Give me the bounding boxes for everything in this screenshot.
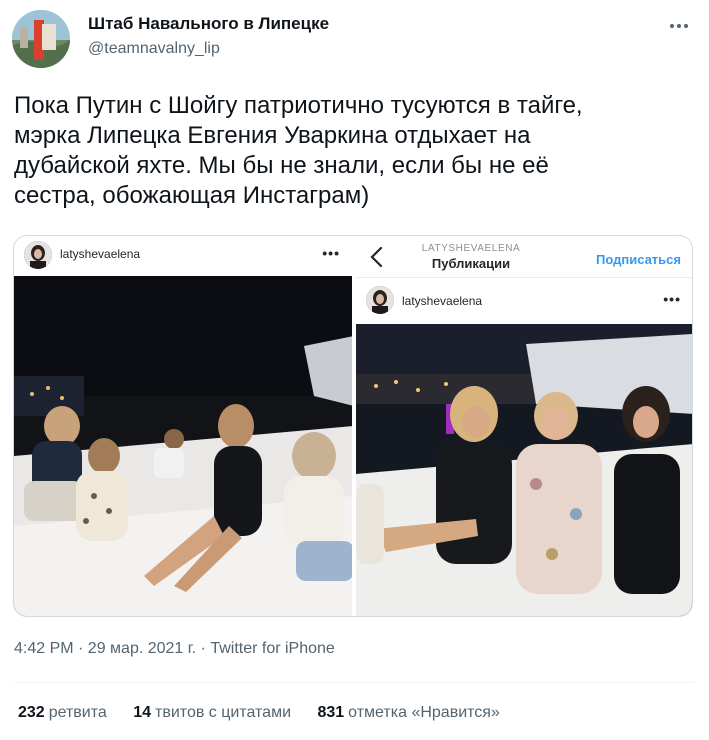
instagram-username: latyshevaelena — [60, 247, 141, 261]
yacht-photo-left — [14, 276, 352, 616]
tweet-timestamp[interactable]: 4:42 PM · 29 мар. 2021 г. · Twitter for … — [14, 640, 335, 658]
tweet-text-line: Пока Путин с Шойгу патриотично тусуются … — [14, 92, 583, 119]
instagram-avatar-image — [366, 286, 394, 314]
likes-count: 831 — [317, 704, 345, 721]
instagram-more-icon: ••• — [322, 245, 340, 261]
divider — [14, 682, 694, 683]
media-image-right[interactable]: LATYSHEVAELENA Публикации Подписаться la… — [356, 236, 692, 616]
instagram-post-header: latyshevaelena ••• — [356, 278, 692, 324]
more-options-button[interactable] — [667, 16, 691, 36]
instagram-nav-title: Публикации — [431, 256, 511, 271]
retweets-stat[interactable]: 232 ретвита — [18, 704, 107, 722]
tweet-text-line: мэрка Липецка Евгения Уваркина отдыхает … — [14, 122, 531, 149]
instagram-follow-button[interactable]: Подписаться — [596, 252, 681, 267]
photo-night-deck — [14, 276, 352, 616]
instagram-post-header: latyshevaelena ••• — [14, 236, 352, 276]
author-handle[interactable]: @teamnavalny_lip — [88, 40, 220, 58]
author-avatar[interactable] — [12, 10, 70, 68]
retweets-label: ретвита — [48, 704, 107, 721]
instagram-avatar — [24, 241, 52, 269]
likes-stat[interactable]: 831 отметка «Нравится» — [317, 704, 499, 722]
instagram-nav-bar: LATYSHEVAELENA Публикации Подписаться — [356, 236, 692, 278]
media-image-left[interactable]: latyshevaelena ••• — [14, 236, 354, 616]
tweet-media[interactable]: latyshevaelena ••• LATYSHEVAELENA Публик… — [13, 235, 693, 617]
instagram-avatar — [366, 286, 394, 314]
instagram-username: latyshevaelena — [402, 294, 483, 308]
quotes-label: твитов с цитатами — [155, 704, 292, 721]
avatar-image — [12, 10, 70, 68]
tweet-header: Штаб Навального в Липецке @teamnavalny_l… — [12, 10, 697, 70]
instagram-nav-subtitle: LATYSHEVAELENA — [421, 243, 521, 254]
retweets-count: 232 — [18, 704, 45, 721]
tweet-stats: 232 ретвита 14 твитов с цитатами 831 отметк… — [18, 704, 522, 722]
more-dots-icon — [670, 24, 688, 28]
tweet-text: Пока Путин с Шойгу патриотично тусуются … — [14, 91, 694, 211]
tweet-text-line: дубайской яхте. Мы бы не знали, если бы … — [14, 152, 549, 179]
photo-three-women — [356, 324, 692, 616]
author-display-name[interactable]: Штаб Навального в Липецке — [88, 14, 329, 34]
quotes-stat[interactable]: 14 твитов с цитатами — [133, 704, 291, 722]
instagram-more-icon: ••• — [663, 291, 681, 307]
quotes-count: 14 — [133, 704, 152, 721]
instagram-avatar-image — [24, 241, 52, 269]
tweet-text-line: сестра, обожающая Инстаграм) — [14, 182, 370, 209]
likes-label: отметка «Нравится» — [348, 704, 500, 721]
yacht-photo-right — [356, 324, 692, 616]
